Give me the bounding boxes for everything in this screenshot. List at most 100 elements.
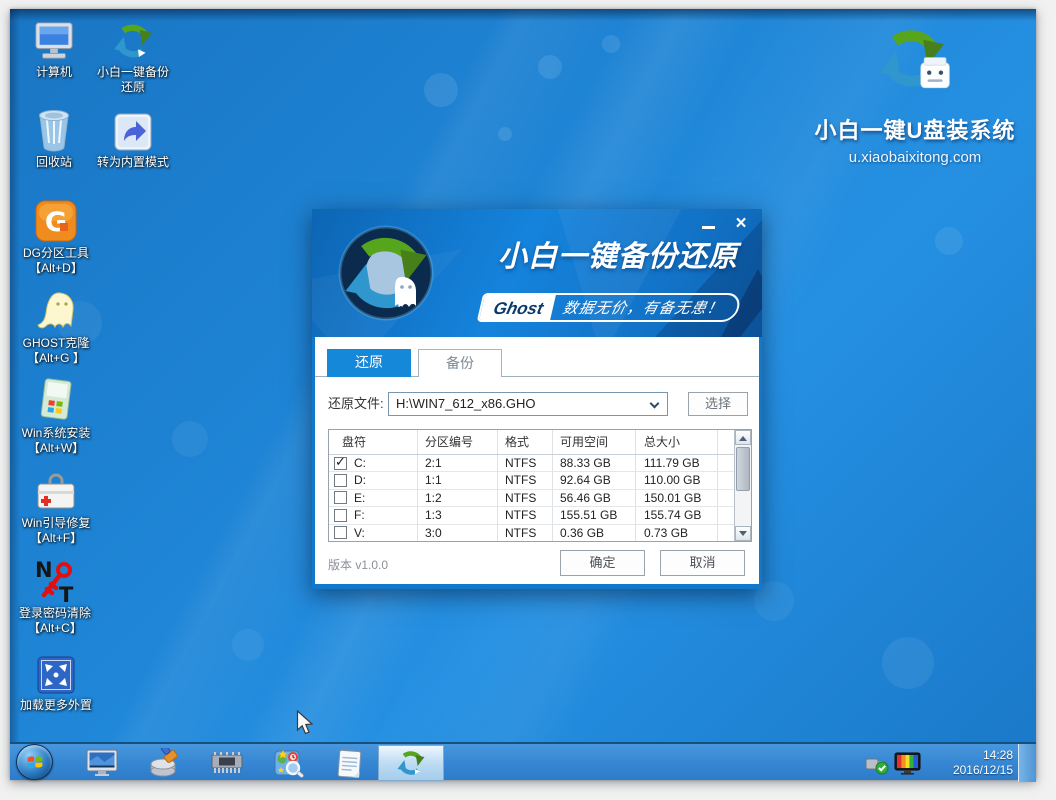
- minimize-button[interactable]: [698, 215, 720, 233]
- cell-format: NTFS: [498, 507, 553, 523]
- col-header-drive: 盘符: [329, 430, 418, 454]
- desktop-icon-label: GHOST克隆: [16, 336, 96, 351]
- shortcut-arrow-icon: [88, 106, 178, 152]
- cell-total: 111.79 GB: [636, 455, 718, 471]
- bokeh-circle: [602, 35, 620, 53]
- row-checkbox[interactable]: [334, 491, 347, 504]
- cell-free: 0.36 GB: [553, 525, 636, 541]
- bokeh-circle: [172, 421, 208, 457]
- tab-restore[interactable]: 还原: [327, 349, 411, 377]
- dialog-banner: 小白一键备份还原 Ghost 数据无价，有备无患！ ×: [312, 209, 762, 337]
- desktop-icon-label2: 【Alt+C】: [12, 621, 98, 636]
- version-label: 版本 v1.0.0: [328, 556, 388, 573]
- desktop-icon-xiaobai-backup[interactable]: 小白一键备份 还原: [90, 16, 176, 95]
- close-button[interactable]: ×: [730, 215, 752, 233]
- row-checkbox[interactable]: [334, 526, 347, 539]
- taskbar-item-memory[interactable]: [210, 747, 244, 779]
- screenshot-tool-icon: [273, 747, 305, 779]
- partition-table: 盘符 分区编号 格式 可用空间 总大小 ✓C: 2:1 NTFS 88.33 G…: [328, 429, 752, 542]
- row-checkbox[interactable]: [334, 509, 347, 522]
- restore-file-combobox[interactable]: H:\WIN7_612_x86.GHO: [388, 392, 668, 416]
- dialog-title: 小白一键备份还原: [480, 233, 756, 275]
- usb-tray-icon[interactable]: [864, 753, 890, 780]
- scroll-up-button[interactable]: [735, 430, 751, 445]
- start-button[interactable]: [16, 744, 53, 780]
- nt-key-icon: N T: [12, 557, 98, 603]
- bokeh-circle: [498, 127, 512, 141]
- slogan-text: 数据无价，有备无患！: [550, 295, 740, 320]
- cell-partition: 3:0: [418, 525, 498, 541]
- restore-file-value: H:\WIN7_612_x86.GHO: [396, 396, 535, 411]
- restore-file-label: 还原文件:: [328, 392, 384, 416]
- cell-total: 0.73 GB: [636, 525, 718, 541]
- cell-drive: V:: [354, 526, 365, 540]
- table-row[interactable]: F: 1:3 NTFS 155.51 GB 155.74 GB: [329, 507, 734, 524]
- cell-drive: E:: [354, 491, 365, 505]
- chevron-up-icon: [739, 432, 747, 441]
- cell-partition: 1:2: [418, 490, 498, 506]
- desktop-icon-dg-partition[interactable]: G DG分区工具 【Alt+D】: [16, 197, 96, 276]
- desktop-icon-label: 回收站: [14, 155, 94, 170]
- bokeh-circle: [232, 629, 264, 661]
- desktop-icon-boot-repair[interactable]: Win引导修复 【Alt+F】: [16, 467, 96, 546]
- check-icon: ✓: [335, 455, 346, 470]
- taskbar-item-display[interactable]: [85, 747, 119, 779]
- taskbar-item-screenshot[interactable]: [272, 747, 306, 779]
- clock-date: 2016/12/15: [915, 763, 1013, 778]
- row-checkbox[interactable]: ✓: [334, 457, 347, 470]
- tab-backup[interactable]: 备份: [418, 349, 502, 377]
- desktop-icon-ghost-clone[interactable]: GHOST克隆 【Alt+G 】: [16, 287, 96, 366]
- col-header-format: 格式: [498, 430, 553, 454]
- table-row[interactable]: D: 1:1 NTFS 92.64 GB 110.00 GB: [329, 472, 734, 489]
- desktop-screen: 计算机 小白一键备份 还原 回收站 转为内置模式: [10, 9, 1036, 780]
- show-desktop-button[interactable]: [1018, 744, 1036, 782]
- chevron-down-icon[interactable]: [650, 399, 660, 409]
- ok-button[interactable]: 确定: [560, 550, 645, 576]
- dg-icon: G: [16, 197, 96, 243]
- svg-text:N: N: [35, 559, 53, 582]
- chevron-down-icon: [739, 531, 747, 540]
- scrollbar-thumb[interactable]: [736, 447, 750, 491]
- ghost-slogan-pill: Ghost 数据无价，有备无患！: [477, 293, 743, 322]
- disk-cleanup-icon: [149, 748, 181, 778]
- desktop-icon-label2: 还原: [90, 80, 176, 95]
- cell-free: 88.33 GB: [553, 455, 636, 471]
- desktop-icon-internal-mode[interactable]: 转为内置模式: [88, 106, 178, 170]
- cell-free: 92.64 GB: [553, 472, 636, 488]
- desktop-icon-label: 加载更多外置: [16, 698, 96, 713]
- monitor-icon: [86, 749, 118, 777]
- desktop-icon-label2: 【Alt+W】: [16, 441, 96, 456]
- xiaobai-logo-icon: [396, 748, 426, 778]
- dialog-logo-icon: [336, 223, 436, 328]
- dialog-body: 还原 备份 还原文件: H:\WIN7_612_x86.GHO 选择 盘符 分区…: [315, 337, 759, 584]
- taskbar-item-disk-cleanup[interactable]: [148, 747, 182, 779]
- desktop-icon-computer[interactable]: 计算机: [14, 16, 94, 80]
- memory-chip-icon: [210, 750, 244, 776]
- select-file-button[interactable]: 选择: [688, 392, 748, 416]
- table-scrollbar[interactable]: [734, 430, 751, 541]
- cell-free: 56.46 GB: [553, 490, 636, 506]
- desktop-icon-recycle-bin[interactable]: 回收站: [14, 106, 94, 170]
- desktop-icon-win-install[interactable]: Win系统安装 【Alt+W】: [16, 377, 96, 456]
- taskbar-item-notepad[interactable]: [333, 747, 367, 779]
- taskbar-clock[interactable]: 14:28 2016/12/15: [915, 748, 1013, 778]
- bokeh-circle: [424, 73, 458, 107]
- brand-title: 小白一键U盘装系统: [810, 113, 1020, 145]
- desktop-icon-password-clear[interactable]: N T 登录密码清除 【Alt+C】: [12, 557, 98, 636]
- table-row[interactable]: ✓C: 2:1 NTFS 88.33 GB 111.79 GB: [329, 455, 734, 472]
- ghost-badge: Ghost: [479, 295, 556, 320]
- desktop-icon-label2: 【Alt+D】: [16, 261, 96, 276]
- cancel-button[interactable]: 取消: [660, 550, 745, 576]
- cell-total: 150.01 GB: [636, 490, 718, 506]
- taskbar-item-xiaobai-active[interactable]: [378, 745, 444, 781]
- desktop-icon-load-more[interactable]: 加载更多外置: [16, 649, 96, 713]
- brand-logo-icon: [810, 21, 1020, 111]
- table-row[interactable]: V: 3:0 NTFS 0.36 GB 0.73 GB: [329, 525, 734, 541]
- table-row[interactable]: E: 1:2 NTFS 56.46 GB 150.01 GB: [329, 490, 734, 507]
- scroll-down-button[interactable]: [735, 526, 751, 541]
- toolbox-icon: [16, 467, 96, 513]
- computer-icon: [14, 16, 94, 62]
- row-checkbox[interactable]: [334, 474, 347, 487]
- installer-disc-icon: [16, 377, 96, 423]
- recycle-bin-icon: [14, 106, 94, 152]
